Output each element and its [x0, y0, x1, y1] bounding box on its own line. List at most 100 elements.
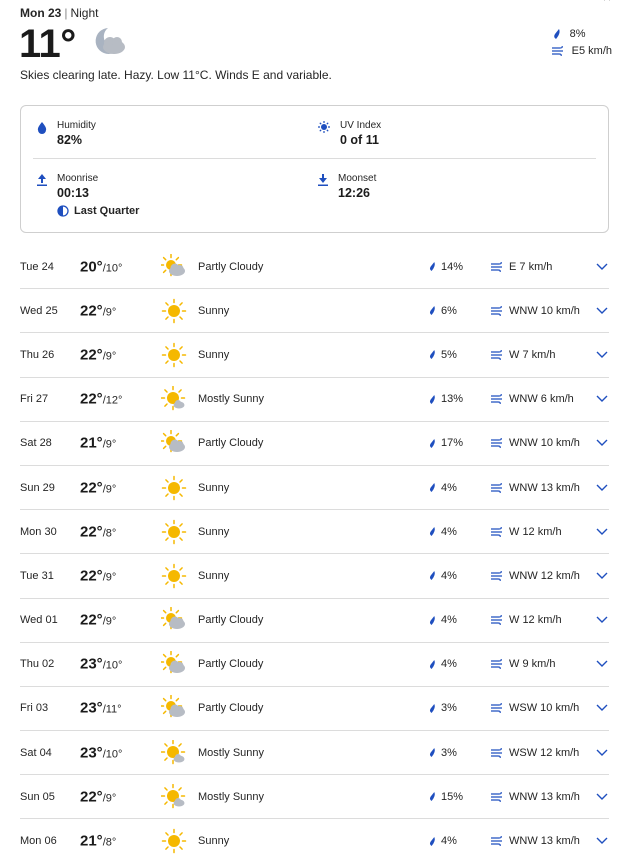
mostly-sunny-icon [160, 739, 186, 764]
moonset-label: Moonset [338, 173, 377, 184]
day-wind: WNW 13 km/h [491, 835, 580, 847]
current-narrative: Skies clearing late. Hazy. Low 11°C. Win… [20, 68, 332, 82]
day-precip: 4% [428, 526, 457, 538]
day-row-0[interactable]: Tue 24 20°/10° Partly Cloudy 14% E 7 km/… [20, 245, 609, 290]
day-temps: 23°/10° [80, 655, 123, 673]
day-phrase: Partly Cloudy [198, 614, 264, 627]
chevron-down-icon[interactable] [596, 837, 608, 845]
day-wind-value: WSW 12 km/h [509, 746, 580, 759]
day-phrase: Sunny [198, 481, 230, 494]
day-wind-value: W 7 km/h [509, 348, 556, 361]
day-row-7[interactable]: Tue 31 22°/9° Sunny 4% WNW 12 km/h [20, 554, 609, 599]
day-date: Mon 30 [20, 525, 57, 538]
chevron-down-icon[interactable] [596, 793, 608, 801]
day-phrase: Partly Cloudy [198, 260, 264, 273]
last-quarter-moon-icon [57, 205, 69, 217]
day-temps: 22°/9° [80, 346, 117, 364]
day-row-11[interactable]: Sat 04 23°/10° Mostly Sunny 3% WSW 12 km… [20, 731, 609, 776]
weather-icon [161, 828, 187, 854]
weather-icon [159, 253, 187, 280]
day-high: 20° [80, 258, 103, 276]
day-wind: WNW 6 km/h [491, 393, 574, 405]
card-divider [33, 158, 596, 159]
day-row-12[interactable]: Sun 05 22°/9° Mostly Sunny 15% WNW 13 km… [20, 775, 609, 820]
day-precip: 4% [428, 658, 457, 670]
chevron-down-icon[interactable] [596, 572, 608, 580]
day-row-5[interactable]: Sun 29 22°/9° Sunny 4% WNW 13 km/h [20, 466, 609, 511]
day-date: Sun 29 [20, 481, 55, 494]
day-low: 9° [105, 571, 117, 584]
partly-cloudy-icon [159, 651, 185, 674]
day-precip-value: 6% [441, 304, 457, 317]
day-precip: 3% [428, 702, 457, 714]
uv-icon [318, 121, 330, 133]
wind-icon [491, 394, 502, 405]
day-temps: 22°/12° [80, 390, 123, 408]
day-wind: WNW 13 km/h [491, 791, 580, 803]
day-row-6[interactable]: Mon 30 22°/8° Sunny 4% W 12 km/h [20, 510, 609, 555]
humidity-label: Humidity [57, 120, 96, 131]
close-icon[interactable] [602, 0, 614, 4]
day-row-4[interactable]: Sat 28 21°/9° Partly Cloudy 17% WNW 10 k… [20, 422, 609, 466]
day-phrase: Sunny [198, 525, 230, 538]
chevron-down-icon[interactable] [596, 749, 608, 757]
day-date: Sun 05 [20, 790, 55, 803]
chevron-down-icon[interactable] [596, 439, 608, 447]
day-wind: W 9 km/h [491, 658, 555, 670]
day-temps: 20°/10° [80, 258, 123, 276]
chevron-down-icon[interactable] [596, 263, 608, 271]
day-row-13[interactable]: Mon 06 21°/8° Sunny 4% WNW 13 km/h [20, 819, 609, 855]
day-row-10[interactable]: Fri 03 23°/11° Partly Cloudy 3% WSW 10 k… [20, 687, 609, 732]
partly-cloudy-icon [159, 253, 185, 276]
day-wind-value: W 12 km/h [509, 525, 562, 538]
day-precip: 4% [428, 835, 457, 847]
raindrop-icon [429, 527, 435, 537]
day-high: 22° [80, 390, 103, 408]
day-phrase: Sunny [198, 569, 230, 582]
chevron-down-icon[interactable] [596, 528, 608, 536]
day-row-1[interactable]: Wed 25 22°/9° Sunny 6% WNW 10 km/h [20, 289, 609, 334]
current-precip: 8% [569, 28, 586, 40]
day-precip-value: 4% [441, 835, 457, 848]
day-temps: 23°/11° [80, 699, 122, 717]
chevron-down-icon[interactable] [596, 395, 608, 403]
chevron-down-icon[interactable] [596, 484, 608, 492]
wind-icon [491, 659, 502, 670]
wind-icon [491, 703, 502, 714]
day-date: Sat 28 [20, 437, 52, 450]
wind-icon [551, 46, 563, 56]
day-precip-value: 4% [441, 614, 457, 627]
sunny-icon [161, 828, 187, 854]
day-date: Mon 06 [20, 835, 57, 848]
raindrop-icon [429, 306, 435, 316]
day-temps: 22°/9° [80, 567, 117, 585]
day-high: 22° [80, 567, 103, 585]
day-wind: WNW 10 km/h [491, 305, 580, 317]
day-wind-value: E 7 km/h [509, 260, 553, 273]
chevron-down-icon[interactable] [596, 351, 608, 359]
chevron-down-icon[interactable] [596, 616, 608, 624]
day-row-8[interactable]: Wed 01 22°/9° Partly Cloudy 4% W 12 km/h [20, 599, 609, 643]
day-row-3[interactable]: Fri 27 22°/12° Mostly Sunny 13% WNW 6 km… [20, 378, 609, 422]
day-high: 21° [80, 832, 103, 850]
day-precip-value: 13% [441, 393, 464, 406]
chevron-down-icon[interactable] [596, 704, 608, 712]
raindrop-icon [429, 438, 435, 448]
day-wind: W 7 km/h [491, 349, 555, 361]
day-precip: 14% [428, 261, 463, 273]
day-high: 22° [80, 479, 103, 497]
day-phrase: Sunny [198, 304, 230, 317]
chevron-down-icon[interactable] [596, 660, 608, 668]
wind-icon [491, 305, 502, 316]
partly-cloudy-icon [159, 430, 185, 453]
moonrise-detail: Moonrise 00:13 [37, 173, 98, 200]
raindrop-icon [429, 792, 435, 802]
chevron-down-icon[interactable] [596, 307, 608, 315]
cloudy-night-icon [95, 28, 125, 54]
day-row-2[interactable]: Thu 26 22°/9° Sunny 5% W 7 km/h [20, 333, 609, 378]
day-wind-value: W 9 km/h [509, 658, 556, 671]
day-row-9[interactable]: Thu 02 23°/10° Partly Cloudy 4% W 9 km/h [20, 643, 609, 687]
day-phrase: Sunny [198, 835, 230, 848]
day-temps: 21°/9° [80, 434, 117, 452]
humidity-value: 82% [57, 133, 83, 147]
